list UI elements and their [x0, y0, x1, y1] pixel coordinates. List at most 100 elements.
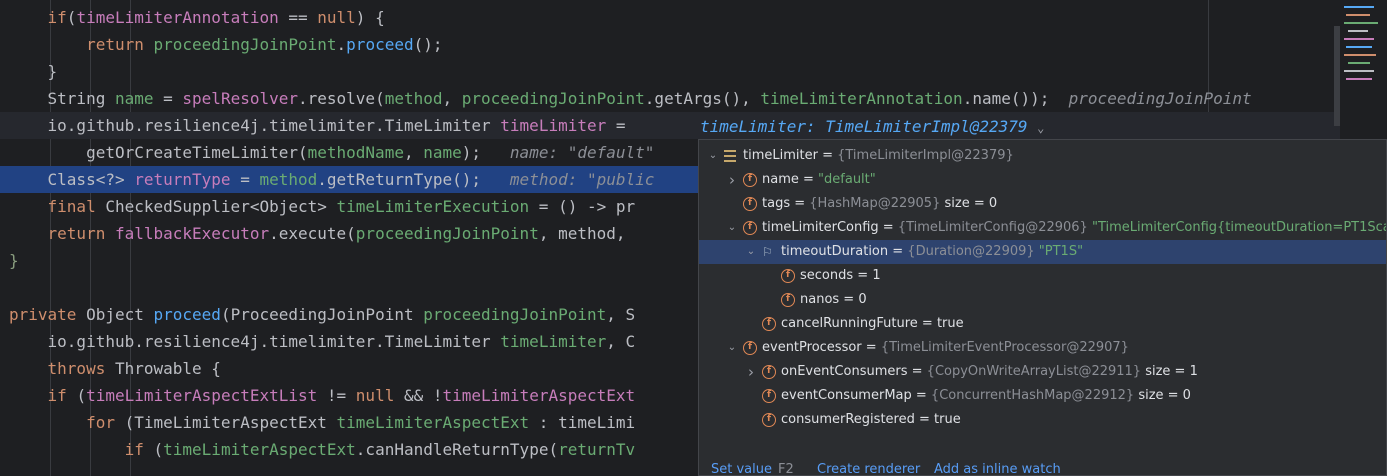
code-token: String — [9, 89, 115, 108]
code-token: : timeLimi — [529, 413, 636, 432]
chevron-right-icon[interactable]: › — [745, 360, 757, 384]
tree-node-nanos[interactable]: f nanos = 0 — [699, 288, 1386, 312]
code-line[interactable]: io.github.resilience4j.timelimiter.TimeL… — [0, 112, 1340, 139]
minimap-line — [1344, 54, 1376, 56]
tree-node-tags[interactable]: f tags = {HashMap@22905} size = 0 — [699, 192, 1386, 216]
code-token: Throwable { — [114, 359, 221, 378]
tree-node-name[interactable]: › f name = "default" — [699, 168, 1386, 192]
code-line[interactable]: return proceedingJoinPoint.proceed(); — [0, 31, 1340, 58]
code-token: , method, — [538, 224, 626, 243]
node-extra: size = 0 — [1134, 388, 1191, 403]
code-token: returnType — [134, 170, 231, 189]
field-icon: f — [762, 365, 776, 379]
code-token: (ProceedingJoinPoint — [220, 305, 424, 324]
node-eq: = — [839, 292, 859, 307]
node-eq: = — [798, 172, 819, 187]
code-token: timeLimiterExecution — [336, 197, 530, 216]
code-token: timeLimiter — [500, 116, 607, 135]
code-token: } — [9, 62, 58, 81]
minimap[interactable] — [1334, 0, 1387, 126]
chevron-down-icon[interactable]: ⌄ — [726, 336, 738, 360]
set-value-link[interactable]: Set value — [711, 460, 772, 475]
node-extra: true — [936, 316, 964, 331]
field-icon: f — [743, 173, 757, 187]
field-icon: f — [762, 389, 776, 403]
node-type: {CopyOnWriteArrayList@22911} — [926, 364, 1142, 379]
code-token: (); — [413, 35, 443, 54]
code-token: = — [230, 170, 260, 189]
chevron-down-icon[interactable]: ⌄ — [707, 144, 719, 168]
tree-node-eventProcessor[interactable]: ⌄ f eventProcessor = {TimeLimiterEventProc… — [699, 336, 1386, 360]
field-icon: f — [762, 317, 776, 331]
inline-value-popup-header[interactable]: timeLimiter: TimeLimiterImpl@22379 ⌄ — [700, 114, 1044, 140]
editor-scrollbar-thumb[interactable] — [1334, 26, 1340, 126]
tree-node-timeLimiterConfig[interactable]: ⌄ f timeLimiterConfig = {TimeLimiterConfig… — [699, 216, 1386, 240]
chevron-right-icon[interactable]: › — [726, 168, 738, 192]
inline-hint: method: "public — [509, 170, 655, 189]
field-icon: f — [762, 413, 776, 427]
chevron-down-icon[interactable]: ⌄ — [1037, 121, 1044, 135]
code-token: return — [47, 224, 115, 243]
tree-node-text: cancelRunningFuture = true — [781, 312, 964, 336]
code-line[interactable]: } — [0, 58, 1340, 85]
code-token: ( — [76, 386, 87, 405]
node-name: cancelRunningFuture — [781, 316, 918, 331]
code-token: = — [153, 89, 183, 108]
node-type: {TimeLimiterConfig@22906} — [897, 220, 1088, 235]
code-line[interactable]: if(timeLimiterAnnotation == null) { — [0, 4, 1340, 31]
flag-icon: ⚐ — [762, 245, 773, 259]
popup-variable-value: TimeLimiterImpl@22379 — [825, 117, 1028, 136]
minimap-line — [1344, 70, 1374, 72]
create-renderer-link[interactable]: Create renderer — [817, 460, 920, 475]
code-token: . — [336, 35, 347, 54]
node-name: nanos — [800, 292, 840, 307]
chevron-down-icon[interactable]: ⌄ — [745, 240, 757, 264]
node-eq: = — [907, 364, 927, 379]
code-token: proceedingJoinPoint — [461, 89, 645, 108]
code-token: CheckedSupplier<Object> — [105, 197, 337, 216]
code-line[interactable]: String name = spelResolver.resolve(metho… — [0, 85, 1340, 112]
code-token: timeLimiterAnnotation — [76, 8, 279, 27]
code-token: proceed — [153, 305, 221, 324]
tree-node-cancelRunningFuture[interactable]: f cancelRunningFuture = true — [699, 312, 1386, 336]
code-token: , — [442, 89, 462, 108]
field-icon: f — [743, 197, 757, 211]
tree-node-timeoutDuration[interactable]: ⌄ ⚐ timeoutDuration = {Duration@22909} "PT… — [699, 240, 1386, 264]
node-eq: = — [853, 268, 873, 283]
code-token: == — [278, 8, 318, 27]
minimap-line — [1348, 30, 1368, 32]
code-token: Object — [86, 305, 154, 324]
node-eq: = — [914, 412, 935, 427]
field-icon: f — [781, 293, 795, 307]
tree-node-text: onEventConsumers = {CopyOnWriteArrayList… — [781, 360, 1198, 384]
minimap-line — [1348, 62, 1370, 64]
code-token: throws — [47, 359, 115, 378]
tree-node-onEventConsumers[interactable]: › f onEventConsumers = {CopyOnWriteArrayLi… — [699, 360, 1386, 384]
tree-node-seconds[interactable]: f seconds = 1 — [699, 264, 1386, 288]
code-token: ( — [153, 440, 164, 459]
debug-value-popup[interactable]: ⌄ timeLimiter = {TimeLimiterImpl@22379} › f… — [698, 139, 1387, 476]
node-eq: = — [790, 196, 810, 211]
node-name: consumerRegistered — [781, 412, 915, 427]
code-token: private — [9, 305, 87, 324]
node-name: onEventConsumers — [781, 364, 908, 379]
node-type: {TimeLimiterEventProcessor@22907} — [880, 340, 1129, 355]
chevron-down-icon[interactable]: ⌄ — [726, 216, 738, 240]
tree-node-consumerRegistered[interactable]: f consumerRegistered = true — [699, 408, 1386, 432]
object-icon — [724, 150, 736, 162]
tree-node-text: name = "default" — [762, 168, 876, 192]
code-token: = () -> pr — [529, 197, 636, 216]
field-icon: f — [743, 341, 757, 355]
tree-node-timeLimiter[interactable]: ⌄ timeLimiter = {TimeLimiterImpl@22379} — [699, 144, 1386, 168]
code-token: .canHandleReturnType( — [355, 440, 559, 459]
code-token: ( — [66, 8, 77, 27]
field-icon: f — [781, 269, 795, 283]
node-type: {ConcurrentHashMap@22912} — [930, 388, 1135, 403]
code-token: (TimeLimiterAspectExt — [124, 413, 337, 432]
minimap-line — [1344, 38, 1374, 40]
inline-hint: name: "default" — [509, 143, 655, 162]
tree-node-eventConsumerMap[interactable]: f eventConsumerMap = {ConcurrentHashMap@2… — [699, 384, 1386, 408]
add-as-inline-watch-link[interactable]: Add as inline watch — [934, 460, 1061, 475]
code-token: ) { — [355, 8, 385, 27]
